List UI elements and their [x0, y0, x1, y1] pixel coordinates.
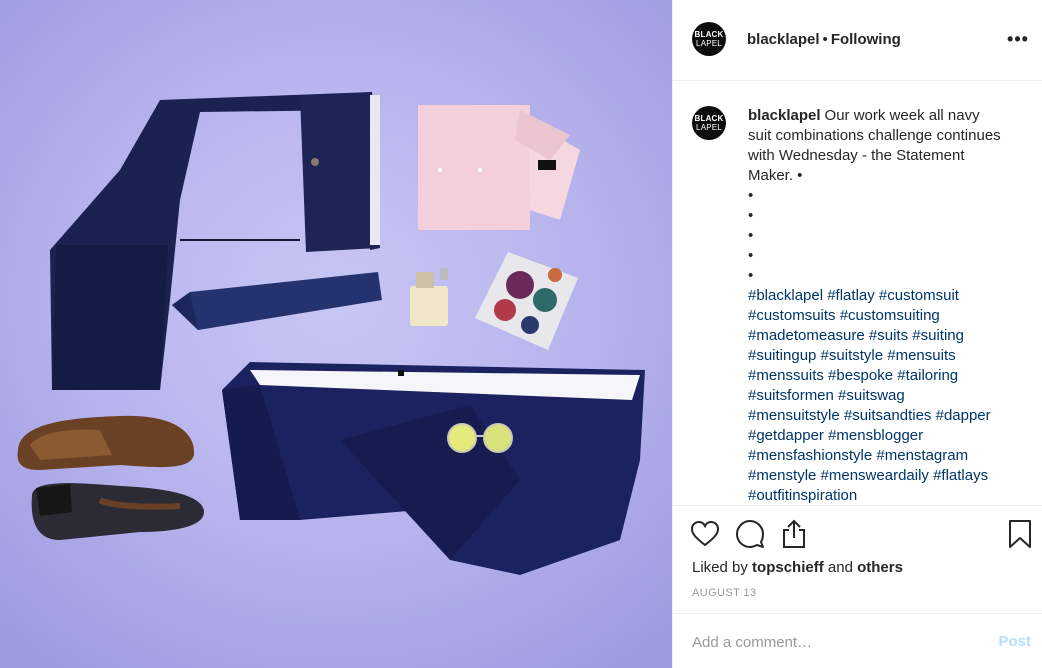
liked-prefix: Liked by: [692, 559, 748, 576]
post-photo[interactable]: [0, 0, 672, 668]
header-separator: •: [822, 31, 828, 48]
hashtag-line[interactable]: #getdapper #mensblogger: [748, 426, 1004, 446]
bookmark-icon[interactable]: [1005, 519, 1035, 549]
post-date[interactable]: August 13: [692, 587, 757, 599]
necktie: [172, 272, 382, 330]
hashtag-line[interactable]: #madetomeasure #suits #suiting: [748, 326, 1004, 346]
liked-user-link[interactable]: topschieff: [752, 559, 824, 576]
dress-shirt: [418, 105, 580, 230]
share-icon-glyph: [783, 519, 805, 548]
avatar-text-line-1: BLACK: [694, 30, 724, 39]
trousers: [50, 92, 380, 390]
more-options-icon[interactable]: •••: [1005, 27, 1031, 53]
speech-bubble-icon-glyph: [736, 520, 764, 548]
caption-avatar[interactable]: BLACK LAPEL: [692, 106, 726, 140]
post-header: BLACK LAPEL blacklapel • Following •••: [673, 0, 1042, 81]
post-sidebar: BLACK LAPEL blacklapel • Following ••• BLA…: [672, 0, 1042, 668]
hashtag-line[interactable]: #menstyle #mensweardaily #flatlays: [748, 466, 1004, 486]
caption-bullet: •: [748, 227, 754, 244]
avatar[interactable]: BLACK LAPEL: [692, 22, 726, 56]
share-icon[interactable]: [779, 519, 809, 549]
liked-and: and: [827, 559, 853, 576]
hashtag-line[interactable]: #mensfashionstyle #menstagram: [748, 446, 1004, 466]
comment-input[interactable]: [692, 631, 972, 653]
hashtag-line[interactable]: #mensuitstyle #suitsandties #dapper: [748, 406, 1004, 426]
header-username[interactable]: blacklapel: [747, 31, 820, 48]
cologne-bottle: [410, 268, 448, 326]
hashtag-line[interactable]: #blacklapel #flatlay #customsuit: [748, 286, 1004, 306]
heart-icon-glyph: [690, 520, 720, 547]
likes-summary: Liked by topschieff and others: [692, 558, 903, 578]
action-bar: Liked by topschieff and others August 13: [673, 505, 1042, 613]
avatar-text-line-2: LAPEL: [696, 123, 722, 132]
following-button[interactable]: Following: [831, 31, 901, 48]
caption-bullet: •: [748, 207, 754, 224]
comment-form: Post: [673, 613, 1042, 668]
caption-bullet: •: [748, 267, 754, 284]
caption-username[interactable]: blacklapel: [748, 107, 821, 124]
caption-bullet: •: [748, 247, 754, 264]
bookmark-icon-glyph: [1009, 520, 1031, 548]
hashtag-line[interactable]: #suitingup #suitstyle #mensuits: [748, 346, 1004, 366]
avatar-text-line-2: LAPEL: [696, 39, 722, 48]
oxford-shoes: [17, 415, 204, 540]
post-button[interactable]: Post: [998, 633, 1031, 650]
hashtag-line[interactable]: #customsuits #customsuiting: [748, 306, 1004, 326]
hashtag-line[interactable]: #suitsformen #suitswag: [748, 386, 1004, 406]
liked-others-link[interactable]: others: [857, 559, 903, 576]
caption-bullet: •: [748, 187, 754, 204]
hashtag-line[interactable]: #outfitinspiration: [748, 486, 1004, 505]
suit-jacket: [222, 362, 645, 575]
speech-bubble-icon[interactable]: [735, 519, 765, 549]
hashtag-line[interactable]: #menssuits #bespoke #tailoring: [748, 366, 1004, 386]
heart-icon[interactable]: [690, 519, 720, 549]
pocket-square: [475, 252, 578, 350]
avatar-text-line-1: BLACK: [694, 114, 724, 123]
caption: blacklapel Our work week all navy suit co…: [748, 106, 1004, 505]
flatlay-illustration: [17, 92, 645, 575]
comments-area[interactable]: BLACK LAPEL blacklapel Our work week all …: [673, 82, 1042, 505]
header-user-line: blacklapel • Following: [747, 30, 901, 50]
